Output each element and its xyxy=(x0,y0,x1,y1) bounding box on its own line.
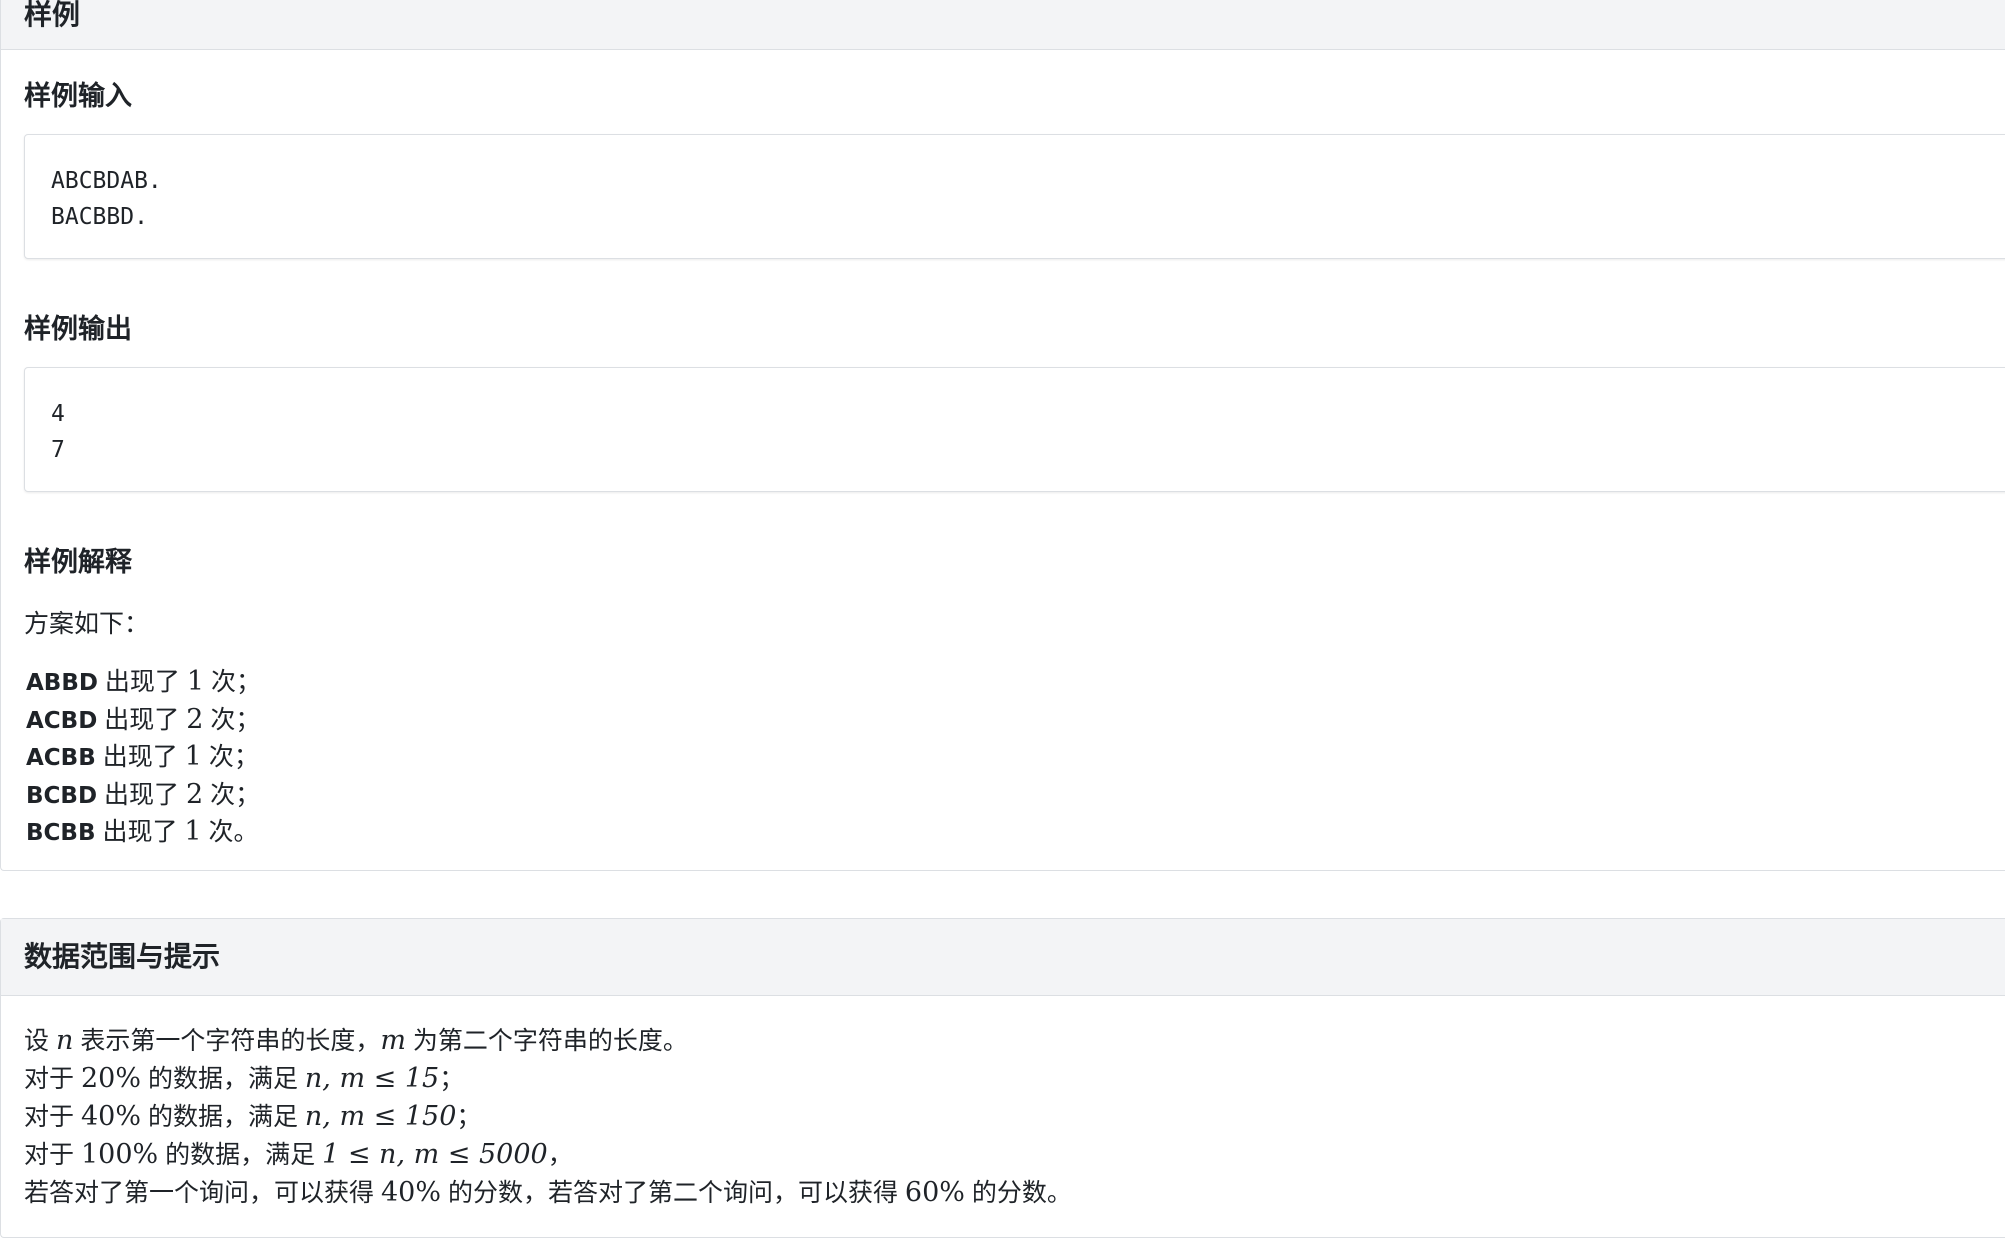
sample-output-heading: 样例输出 xyxy=(24,314,132,344)
math-percent: 100% xyxy=(80,1139,159,1170)
explain-text: 出现了 xyxy=(104,668,180,696)
count-value: 1 xyxy=(184,741,202,772)
hint-text: 的数据，满足 xyxy=(147,1065,298,1093)
explain-row: BCBD 出现了 2 次； xyxy=(26,777,261,815)
sample-output-box[interactable]: 4 7 xyxy=(24,367,2005,492)
math-variable: m xyxy=(380,1025,406,1056)
math-percent: 20% xyxy=(80,1063,141,1094)
explain-text: 出现了 xyxy=(102,818,178,846)
sample-card-header: 样例 xyxy=(1,0,2005,50)
math-percent: 60% xyxy=(904,1177,965,1208)
explain-text: 出现了 xyxy=(104,705,180,734)
hint-text: 为第二个字符串的长度。 xyxy=(412,1027,688,1055)
count-value: 2 xyxy=(185,778,204,810)
sequence-label: ACBD xyxy=(26,707,98,734)
hint-text: 对于 xyxy=(24,1103,75,1131)
explain-text: 出现了 xyxy=(102,743,178,771)
sequence-label: BCBB xyxy=(26,820,96,846)
sequence-label: ACBB xyxy=(26,745,96,771)
sample-explain-intro: 方案如下： xyxy=(24,610,150,638)
math-expression: n, m ≤ 15 xyxy=(304,1063,440,1094)
sample-explain-list: ABBD 出现了 1 次； ACBD 出现了 2 次； ACBB 出现了 1 次… xyxy=(26,664,261,852)
hint-text: ， xyxy=(547,1141,573,1169)
sample-explain-heading: 样例解释 xyxy=(24,547,132,577)
count-value: 1 xyxy=(184,816,202,847)
math-expression: n, m ≤ 150 xyxy=(304,1101,457,1132)
explain-row: ABBD 出现了 1 次； xyxy=(26,664,261,702)
hint-text: 的分数。 xyxy=(971,1179,1072,1207)
sample-output-line: 7 xyxy=(51,437,65,463)
sample-input-line: ABCBDAB. xyxy=(51,168,162,194)
math-variable: n xyxy=(55,1025,74,1056)
explain-text: 次； xyxy=(208,743,259,771)
hint-line: 设 n 表示第一个字符串的长度，m 为第二个字符串的长度。 xyxy=(24,1022,1072,1060)
sample-input-line: BACBBD. xyxy=(51,204,148,230)
hint-line: 对于 40% 的数据，满足 n, m ≤ 150； xyxy=(24,1098,1072,1136)
explain-text: 次。 xyxy=(208,818,259,846)
sample-card-title: 样例 xyxy=(24,0,81,30)
explain-text: 次； xyxy=(211,668,262,696)
hint-text: 对于 xyxy=(24,1065,75,1093)
explain-text: 出现了 xyxy=(104,780,180,809)
hint-text: 若答对了第一个询问，可以获得 xyxy=(24,1179,375,1207)
math-percent: 40% xyxy=(380,1177,441,1208)
count-value: 1 xyxy=(186,666,205,697)
hint-text: 的数据，满足 xyxy=(165,1141,316,1169)
hint-line: 若答对了第一个询问，可以获得 40% 的分数，若答对了第二个询问，可以获得 60… xyxy=(24,1174,1072,1212)
sample-output-line: 4 xyxy=(51,401,65,427)
hint-text: 的分数，若答对了第二个询问，可以获得 xyxy=(447,1179,898,1207)
hints-card-header: 数据范围与提示 xyxy=(1,919,2005,996)
hint-line: 对于 100% 的数据，满足 1 ≤ n, m ≤ 5000， xyxy=(24,1136,1072,1174)
hint-text: ； xyxy=(439,1065,465,1093)
explain-row: ACBB 出现了 1 次； xyxy=(26,739,261,777)
explain-row: BCBB 出现了 1 次。 xyxy=(26,814,261,852)
explain-row: ACBD 出现了 2 次； xyxy=(26,702,261,740)
hint-line: 对于 20% 的数据，满足 n, m ≤ 15； xyxy=(24,1060,1072,1098)
hint-text: 对于 xyxy=(24,1141,75,1169)
hint-text: ； xyxy=(456,1103,482,1131)
hints-card-title: 数据范围与提示 xyxy=(24,941,221,972)
hint-text: 的数据，满足 xyxy=(147,1103,298,1131)
math-percent: 40% xyxy=(80,1101,141,1132)
sequence-label: BCBD xyxy=(26,782,98,809)
explain-text: 次； xyxy=(210,780,261,809)
hint-text: 设 xyxy=(24,1027,50,1055)
hint-text: 表示第一个字符串的长度， xyxy=(80,1027,381,1055)
explain-text: 次； xyxy=(210,705,261,734)
count-value: 2 xyxy=(186,703,204,735)
sequence-label: ABBD xyxy=(26,670,98,696)
sample-input-heading: 样例输入 xyxy=(24,81,132,111)
hints-body: 设 n 表示第一个字符串的长度，m 为第二个字符串的长度。 对于 20% 的数据… xyxy=(24,1022,1072,1212)
math-expression: 1 ≤ n, m ≤ 5000 xyxy=(322,1139,548,1170)
sample-input-box[interactable]: ABCBDAB. BACBBD. xyxy=(24,134,2005,259)
